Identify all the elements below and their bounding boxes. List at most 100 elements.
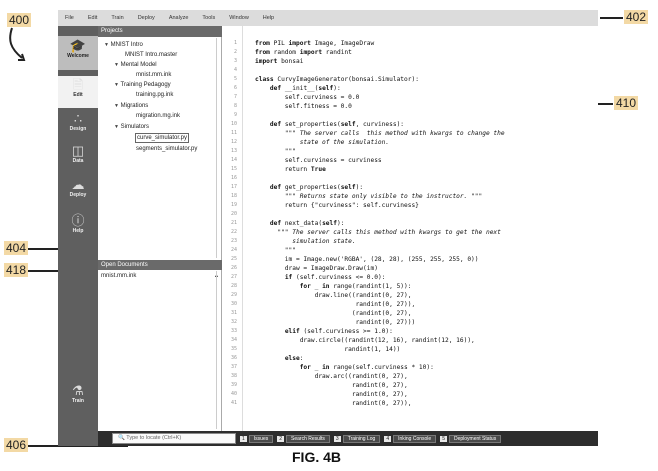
- locate-input[interactable]: 🔍 Type to locate (Ctrl+K): [112, 433, 236, 444]
- tab-deployment-status[interactable]: 5 Deployment Status: [440, 434, 502, 443]
- tab-issues[interactable]: 1 Issues: [240, 434, 274, 443]
- code-line-37: for _ in range(self.curviness * 10):: [299, 364, 434, 371]
- code-line-33: elif (self.curviness >= 1.0):: [284, 328, 393, 335]
- code-line-26: draw = ImageDraw.Draw(im): [255, 265, 378, 272]
- tree-item-mnist-intro[interactable]: ▼ MNIST Intro: [104, 41, 143, 49]
- cloud-upload-icon: ☁: [71, 177, 85, 192]
- activity-data-label: Data: [72, 158, 84, 164]
- tree-item-mnist-ink[interactable]: mnist.mm.ink: [136, 71, 171, 79]
- open-documents-header: Open Documents: [98, 260, 222, 270]
- menu-edit[interactable]: Edit: [81, 15, 104, 21]
- tab-label: Deployment Status: [448, 434, 502, 443]
- tree-label: Migrations: [120, 103, 149, 109]
- line-number: 39: [230, 382, 237, 388]
- line-number: 22: [230, 229, 237, 235]
- line-number: 13: [230, 148, 237, 154]
- menu-bar: File Edit Train Deploy Analyze Tools Win…: [58, 10, 598, 26]
- flask-icon: ⚗: [72, 383, 84, 398]
- tree-item-training-pedagogy[interactable]: ▼ Training Pedagogy: [114, 81, 171, 89]
- open-document-item[interactable]: mnist.mm.ink: [101, 273, 136, 279]
- tab-inking-console[interactable]: 4 Inking Console: [384, 434, 437, 443]
- activity-design[interactable]: ∴ Design: [58, 112, 98, 140]
- tree-label: Simulators: [120, 124, 149, 130]
- line-number: 24: [230, 247, 237, 253]
- activity-deploy-label: Deploy: [69, 192, 87, 198]
- menu-tools[interactable]: Tools: [195, 15, 222, 21]
- expand-arrow-icon: ▼: [104, 42, 109, 48]
- line-number-gutter: 1 2 3 4 5 6 7 8 9 10 11 12 13 14 15 16 17 18 19 20 21 22 23 24 2…: [223, 26, 243, 431]
- tab-training-log[interactable]: 3 Training Log: [333, 434, 381, 443]
- tree-item-simulators[interactable]: ▼ Simulators: [114, 123, 149, 131]
- menu-file[interactable]: File: [58, 15, 81, 21]
- line-number: 28: [230, 283, 237, 289]
- tab-number: 3: [333, 435, 341, 442]
- line-number: 36: [230, 355, 237, 361]
- activity-help[interactable]: ⓘ Help: [58, 214, 98, 244]
- tree-item-mental-model[interactable]: ▼ Mental Model: [114, 61, 157, 69]
- code-line-38: draw.arc((randint(0, 27),: [255, 373, 408, 380]
- line-number: 38: [230, 373, 237, 379]
- line-number: 2: [233, 49, 237, 55]
- activity-edit[interactable]: 🗎 Edit: [58, 76, 98, 108]
- code-line-25: im = Image.new('RGBA', (28, 28), (255, 2…: [255, 256, 479, 263]
- tab-number: 2: [277, 435, 285, 442]
- tab-search-results[interactable]: 2 Search Results: [277, 434, 330, 443]
- code-line-3: import bonsai: [255, 58, 304, 65]
- code-line-10: def set_properties(self, curviness):: [269, 121, 405, 128]
- open-documents-scrollbar[interactable]: [216, 271, 221, 429]
- activity-train-label: Train: [72, 398, 84, 404]
- tree-item-training-ink[interactable]: training.pg.ink: [136, 91, 173, 99]
- line-number: 1: [233, 40, 237, 46]
- tab-label: Issues: [248, 434, 274, 443]
- tree-item-mnist-master[interactable]: MNIST Intro.master: [125, 51, 177, 59]
- tree-item-curve-simulator[interactable]: curve_simulator.py: [134, 133, 190, 143]
- line-number: 20: [230, 211, 237, 217]
- line-number: 11: [230, 130, 237, 136]
- activity-deploy[interactable]: ☁ Deploy: [58, 178, 98, 208]
- activity-train[interactable]: ⚗ Train: [58, 384, 98, 414]
- line-number: 17: [230, 184, 237, 190]
- code-line-32: randint(0, 27))): [255, 319, 416, 326]
- line-number: 3: [233, 58, 237, 64]
- callout-400-arrow: [9, 27, 26, 61]
- code-line-5: class CurvyImageGenerator(bonsai.Simulat…: [255, 76, 419, 83]
- expand-arrow-icon: ▼: [114, 103, 119, 109]
- projects-scrollbar[interactable]: [216, 38, 221, 258]
- tab-label: Search Results: [286, 434, 330, 443]
- expand-arrow-icon: ▼: [114, 82, 119, 88]
- callout-418: 418: [4, 263, 29, 277]
- tab-label: Training Log: [342, 434, 381, 443]
- code-line-39: randint(0, 27),: [255, 382, 408, 389]
- line-number: 14: [230, 157, 237, 163]
- activity-data[interactable]: ◫ Data: [58, 144, 98, 174]
- graduation-cap-icon: 🎓: [69, 38, 87, 53]
- activity-welcome[interactable]: 🎓 Welcome: [58, 36, 98, 70]
- code-line-28: for _ in range(randint(1, 5)):: [299, 283, 412, 290]
- menu-deploy[interactable]: Deploy: [131, 15, 162, 21]
- tree-item-segments-simulator[interactable]: segments_simulator.py: [136, 145, 197, 153]
- activity-edit-label: Edit: [73, 92, 83, 98]
- code-line-11: """ The server calls this method with kw…: [284, 130, 505, 137]
- line-number: 37: [230, 364, 237, 370]
- code-line-6: def __init__(self):: [269, 85, 341, 92]
- database-icon: ◫: [71, 143, 85, 158]
- line-number: 26: [230, 265, 237, 271]
- line-number: 23: [230, 238, 237, 244]
- tree-label: Mental Model: [120, 62, 157, 68]
- tree-item-migrations[interactable]: ▼ Migrations: [114, 102, 148, 110]
- line-number: 6: [233, 85, 237, 91]
- menu-window[interactable]: Window: [222, 15, 256, 21]
- code-line-19: return {"curviness": self.curviness}: [255, 202, 419, 209]
- line-number: 18: [230, 193, 237, 199]
- line-number: 31: [230, 310, 237, 316]
- code-editor[interactable]: 1 2 3 4 5 6 7 8 9 10 11 12 13 14 15 16 17 18 19 20 21 22 23 24 2…: [223, 26, 598, 431]
- code-line-21: def next_data(self):: [269, 220, 345, 227]
- menu-analyze[interactable]: Analyze: [162, 15, 196, 21]
- code-line-31: (randint(0, 27),: [255, 310, 412, 317]
- line-number: 27: [230, 274, 237, 280]
- tree-label: MNIST Intro: [110, 42, 143, 48]
- tree-item-migration-ink[interactable]: migration.mg.ink: [136, 112, 180, 120]
- line-number: 7: [233, 94, 237, 100]
- menu-help[interactable]: Help: [256, 15, 281, 21]
- menu-train[interactable]: Train: [104, 15, 130, 21]
